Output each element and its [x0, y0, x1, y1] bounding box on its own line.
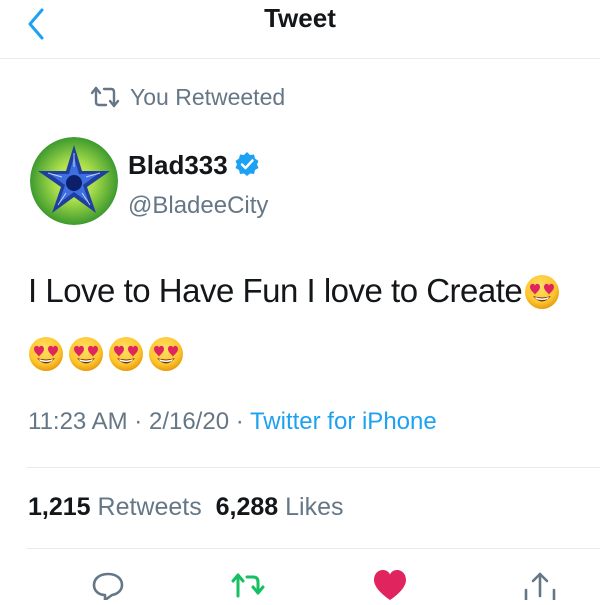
- likes-stat[interactable]: 6,288 Likes: [216, 493, 344, 521]
- retweet-context-label: You Retweeted: [130, 84, 286, 110]
- divider: [26, 548, 600, 549]
- blue-star-avatar-icon: [30, 137, 118, 225]
- like-button[interactable]: [370, 566, 410, 600]
- reply-icon: [92, 572, 124, 602]
- meta-separator: ·: [134, 408, 143, 435]
- heart-eyes-emoji-icon: [524, 274, 560, 310]
- heart-eyes-emoji-icon: [28, 336, 64, 372]
- heart-eyes-emoji-icon: [148, 336, 184, 372]
- tweet-text-content: I Love to Have Fun I love to Create: [28, 272, 523, 309]
- heart-icon: [374, 570, 406, 600]
- heart-eyes-emoji-icon: [68, 336, 104, 372]
- meta-separator: ·: [235, 408, 244, 435]
- reply-button[interactable]: [88, 566, 128, 602]
- share-button[interactable]: [520, 566, 560, 602]
- retweets-stat[interactable]: 1,215 Retweets: [28, 493, 202, 521]
- tweet-stats: 1,215 Retweets 6,288 Likes: [28, 493, 344, 522]
- retweet-button[interactable]: [228, 566, 268, 600]
- retweet-icon: [231, 573, 265, 598]
- avatar[interactable]: [30, 137, 118, 225]
- likes-count: 6,288: [215, 493, 279, 521]
- author-name[interactable]: Blad333: [128, 150, 228, 181]
- share-icon: [524, 572, 556, 602]
- author-handle[interactable]: @BladeeCity: [128, 192, 268, 220]
- tweet-source-link[interactable]: Twitter for iPhone: [250, 408, 437, 435]
- tweet-text: I Love to Have Fun I love to Create: [28, 272, 560, 310]
- tweet-meta: 11:23 AM · 2/16/20 · Twitter for iPhone: [28, 408, 437, 436]
- likes-label: Likes: [285, 493, 344, 521]
- heart-eyes-emoji-icon: [108, 336, 144, 372]
- page-title: Tweet: [264, 3, 336, 33]
- emoji-row: [28, 336, 184, 376]
- tweet-time: 11:23 AM: [28, 408, 128, 435]
- divider: [26, 467, 600, 468]
- retweets-label: Retweets: [97, 493, 202, 521]
- retweet-context-icon: [88, 84, 122, 110]
- tweet-date: 2/16/20: [148, 408, 230, 435]
- verified-badge-icon: [234, 151, 260, 177]
- retweets-count: 1,215: [28, 493, 91, 521]
